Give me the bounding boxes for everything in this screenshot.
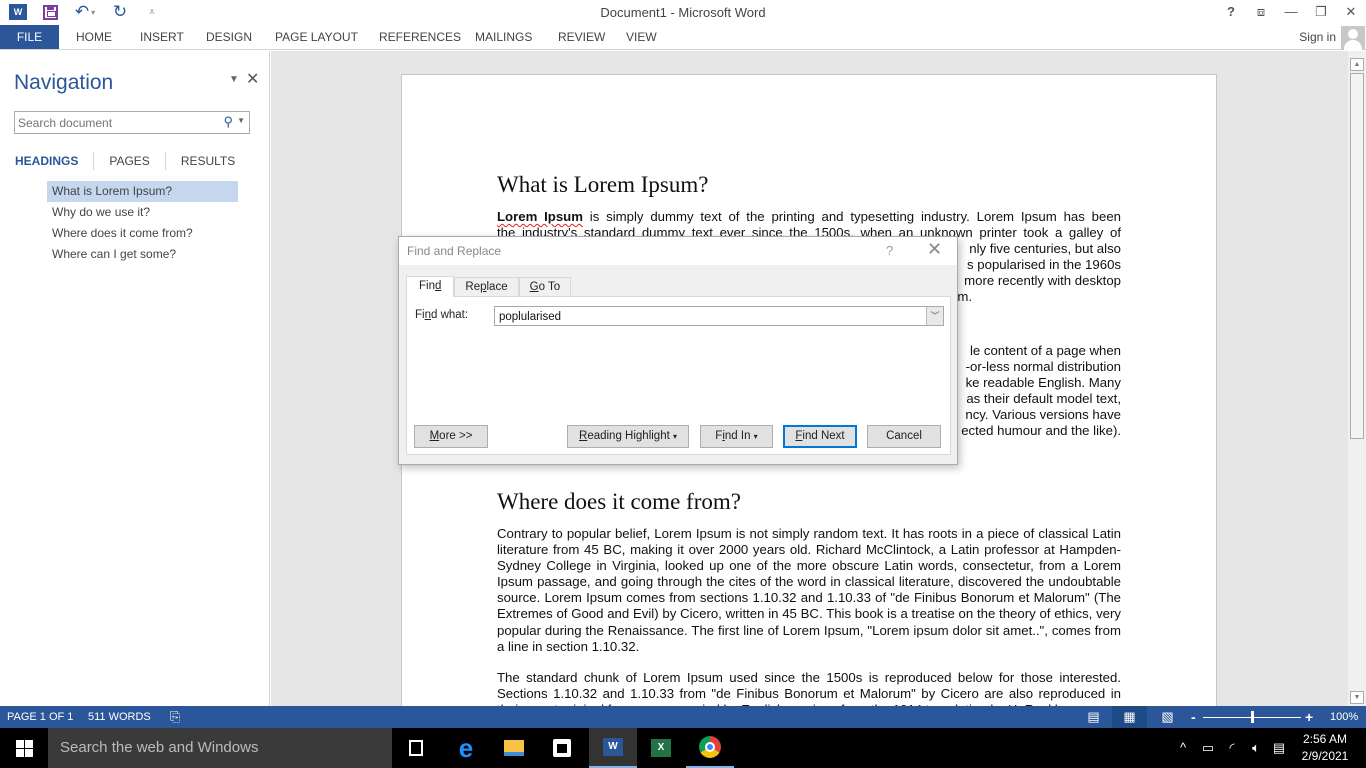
tab-view[interactable]: VIEW — [626, 25, 657, 49]
tab-page-layout[interactable]: PAGE LAYOUT — [275, 25, 358, 49]
proofing-icon[interactable]: ⎘ — [170, 706, 180, 728]
wifi-icon[interactable]: ◜ — [1221, 728, 1243, 768]
file-explorer-icon[interactable] — [490, 728, 538, 768]
vertical-scrollbar[interactable]: ▲ ▼ — [1348, 51, 1366, 706]
web-layout-icon[interactable]: ▧ — [1150, 706, 1185, 728]
show-hidden-icons[interactable]: ^ — [1173, 728, 1193, 768]
scroll-down-icon[interactable]: ▼ — [1350, 691, 1364, 704]
tab-go-to[interactable]: Go To — [518, 277, 572, 297]
read-mode-icon[interactable]: ▤ — [1076, 706, 1111, 728]
dialog-title: Find and Replace — [407, 244, 502, 258]
dialog-title-bar[interactable]: Find and Replace ? ✕ — [399, 237, 957, 265]
taskbar-search[interactable]: Search the web and Windows — [48, 728, 392, 768]
heading-item[interactable]: Where does it come from? — [47, 223, 238, 244]
tab-find[interactable]: Find — [406, 276, 455, 297]
bold-lorem-ipsum: Lorem Ipsum — [497, 209, 583, 224]
help-icon[interactable]: ? — [1216, 0, 1246, 25]
headings-list: What is Lorem Ipsum? Why do we use it? W… — [47, 181, 238, 265]
nav-tab-pages[interactable]: PAGES — [93, 152, 164, 170]
heading-item[interactable]: Where can I get some? — [47, 244, 238, 265]
restore-icon[interactable]: ❐ — [1306, 0, 1336, 25]
dialog-tabs: Find Replace Go To — [406, 276, 572, 297]
tab-replace[interactable]: Replace — [454, 277, 519, 297]
window-title: Document1 - Microsoft Word — [600, 5, 766, 20]
chevron-down-icon[interactable]: ▼ — [237, 116, 245, 125]
help-icon[interactable]: ? — [886, 243, 893, 258]
task-view-icon[interactable] — [392, 728, 440, 768]
taskbar: Search the web and Windows e W X ^ ▭ ◜ 🔈… — [0, 728, 1366, 768]
navigation-tabs: HEADINGS PAGES RESULTS — [15, 152, 250, 170]
more-button[interactable]: More >> — [414, 425, 488, 448]
find-what-input[interactable] — [495, 308, 925, 326]
cancel-button[interactable]: Cancel — [867, 425, 941, 448]
taskbar-search-placeholder: Search the web and Windows — [60, 739, 259, 756]
nav-tab-headings[interactable]: HEADINGS — [15, 152, 93, 170]
tab-insert[interactable]: INSERT — [140, 25, 184, 49]
page-count[interactable]: PAGE 1 OF 1 — [7, 706, 73, 728]
store-icon[interactable] — [538, 728, 586, 768]
heading-item[interactable]: What is Lorem Ipsum? — [47, 181, 238, 202]
find-what-label: Find what: — [415, 309, 469, 321]
word-taskbar-icon[interactable]: W — [589, 728, 637, 768]
find-next-button[interactable]: Find Next — [783, 425, 857, 448]
pane-options-icon[interactable]: ▼ — [229, 74, 239, 85]
paragraph-4: The standard chunk of Lorem Ipsum used s… — [497, 670, 1121, 706]
search-document-box: ⚲ ▼ — [14, 111, 250, 134]
time: 2:56 AM — [1302, 732, 1348, 746]
search-document-input[interactable] — [15, 112, 210, 133]
tab-design[interactable]: DESIGN — [206, 25, 252, 49]
close-icon[interactable]: ✕ — [1336, 0, 1366, 25]
scroll-thumb[interactable] — [1350, 73, 1364, 439]
close-icon[interactable]: ✕ — [927, 239, 942, 260]
minimize-icon[interactable]: — — [1276, 0, 1306, 25]
print-layout-icon[interactable]: ▦ — [1112, 706, 1147, 728]
text-line: is simply dummy text of the printing and… — [582, 209, 1121, 224]
title-bar: W ↶ ▾ ↻ ⩡ Document1 - Microsoft Word ? ⧈ … — [0, 0, 1366, 25]
chevron-down-icon[interactable]: ﹀ — [926, 307, 943, 325]
battery-icon[interactable]: ▭ — [1197, 728, 1219, 768]
find-tab-panel: Find what: ﹀ More >> Reading Highlight ▾… — [406, 296, 951, 455]
heading-where-does-it-come-from: Where does it come from? — [497, 489, 741, 514]
paragraph-3: Contrary to popular belief, Lorem Ipsum … — [497, 526, 1121, 654]
action-center-icon[interactable]: ▤ — [1268, 728, 1290, 768]
zoom-in-button[interactable]: + — [1305, 706, 1313, 728]
word-count[interactable]: 511 WORDS — [88, 706, 151, 728]
clock[interactable]: 2:56 AM 2/9/2021 — [1295, 731, 1355, 765]
zoom-level[interactable]: 100% — [1330, 706, 1358, 728]
heading-item[interactable]: Why do we use it? — [47, 202, 238, 223]
zoom-slider-thumb[interactable] — [1251, 711, 1254, 723]
heading-what-is-lorem-ipsum: What is Lorem Ipsum? — [497, 172, 709, 197]
navigation-title: Navigation — [14, 71, 114, 94]
date: 2/9/2021 — [1301, 749, 1349, 763]
status-bar: PAGE 1 OF 1 511 WORDS ⎘ ▤ ▦ ▧ - + 100% — [0, 706, 1366, 728]
close-pane-icon[interactable]: ✕ — [246, 69, 259, 89]
tab-home[interactable]: HOME — [76, 25, 112, 49]
windows-logo-icon — [15, 739, 33, 757]
find-what-combobox: ﹀ — [494, 306, 944, 326]
tab-file[interactable]: FILE — [0, 25, 59, 49]
avatar[interactable] — [1341, 26, 1365, 50]
find-in-button[interactable]: Find In ▾ — [700, 425, 773, 448]
chrome-icon[interactable] — [686, 728, 734, 768]
navigation-pane: Navigation ▼ ✕ ⚲ ▼ HEADINGS PAGES RESULT… — [0, 51, 270, 706]
ribbon-tabs: FILE HOME INSERT DESIGN PAGE LAYOUT REFE… — [0, 25, 1366, 50]
reading-highlight-button[interactable]: Reading Highlight ▾ — [567, 425, 689, 448]
scroll-up-icon[interactable]: ▲ — [1350, 58, 1364, 71]
volume-icon[interactable]: 🔈︎ — [1245, 728, 1267, 768]
ribbon-display-options-icon[interactable]: ⧈ — [1246, 0, 1276, 25]
tab-mailings[interactable]: MAILINGS — [475, 25, 532, 49]
search-icon[interactable]: ⚲ — [223, 114, 233, 130]
start-button[interactable] — [0, 728, 48, 768]
edge-icon[interactable]: e — [442, 728, 490, 768]
tab-review[interactable]: REVIEW — [558, 25, 605, 49]
find-replace-dialog: Find and Replace ? ✕ Find Replace Go To … — [398, 236, 958, 465]
sign-in-link[interactable]: Sign in — [1299, 25, 1336, 49]
nav-tab-results[interactable]: RESULTS — [164, 152, 250, 170]
excel-icon[interactable]: X — [637, 728, 685, 768]
zoom-out-button[interactable]: - — [1191, 706, 1196, 728]
tab-references[interactable]: REFERENCES — [379, 25, 461, 49]
